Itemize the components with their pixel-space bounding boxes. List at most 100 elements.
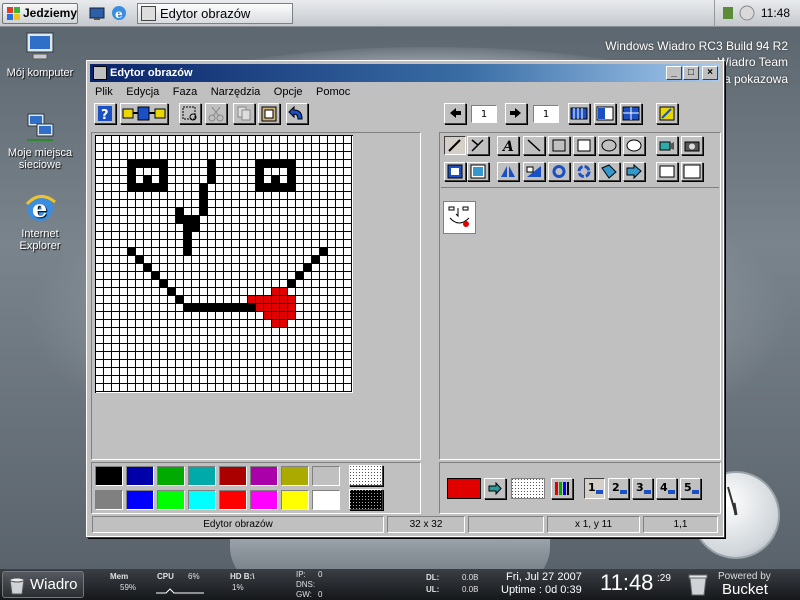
apply-color-button[interactable]	[484, 478, 506, 499]
canvas-pixel[interactable]	[216, 280, 224, 288]
canvas-pixel[interactable]	[216, 224, 224, 232]
canvas-pixel[interactable]	[176, 248, 184, 256]
canvas-pixel[interactable]	[344, 304, 352, 312]
menu-opcje[interactable]: Opcje	[269, 83, 308, 101]
canvas-pixel[interactable]	[232, 344, 240, 352]
canvas-pixel[interactable]	[264, 208, 272, 216]
canvas-pixel[interactable]	[240, 152, 248, 160]
canvas-pixel[interactable]	[312, 152, 320, 160]
canvas-pixel[interactable]	[184, 232, 192, 240]
canvas-pixel[interactable]	[128, 368, 136, 376]
canvas-pixel[interactable]	[336, 160, 344, 168]
canvas-pixel[interactable]	[112, 248, 120, 256]
canvas-pixel[interactable]	[160, 232, 168, 240]
canvas-pixel[interactable]	[288, 344, 296, 352]
canvas-pixel[interactable]	[224, 272, 232, 280]
canvas-pixel[interactable]	[152, 136, 160, 144]
canvas-pixel[interactable]	[344, 256, 352, 264]
canvas-pixel[interactable]	[248, 144, 256, 152]
canvas-pixel[interactable]	[128, 136, 136, 144]
canvas-pixel[interactable]	[200, 144, 208, 152]
canvas-pixel[interactable]	[168, 216, 176, 224]
canvas-pixel[interactable]	[344, 264, 352, 272]
canvas-pixel[interactable]	[200, 352, 208, 360]
canvas-pixel[interactable]	[336, 136, 344, 144]
canvas-pixel[interactable]	[256, 376, 264, 384]
canvas-pixel[interactable]	[320, 168, 328, 176]
canvas-pixel[interactable]	[208, 320, 216, 328]
canvas-pixel[interactable]	[272, 264, 280, 272]
canvas-pixel[interactable]	[288, 320, 296, 328]
canvas-pixel[interactable]	[152, 384, 160, 392]
canvas-pixel[interactable]	[136, 168, 144, 176]
canvas-pixel[interactable]	[224, 240, 232, 248]
canvas-pixel[interactable]	[128, 184, 136, 192]
canvas-pixel[interactable]	[168, 328, 176, 336]
canvas-pixel[interactable]	[312, 320, 320, 328]
canvas-pixel[interactable]	[312, 304, 320, 312]
canvas-pixel[interactable]	[112, 144, 120, 152]
canvas-pixel[interactable]	[336, 328, 344, 336]
canvas-pixel[interactable]	[152, 232, 160, 240]
canvas-pixel[interactable]	[104, 216, 112, 224]
canvas-pixel[interactable]	[208, 272, 216, 280]
canvas-pixel[interactable]	[256, 176, 264, 184]
canvas-pixel[interactable]	[96, 168, 104, 176]
canvas-pixel[interactable]	[312, 312, 320, 320]
canvas-pixel[interactable]	[192, 264, 200, 272]
canvas-pixel[interactable]	[104, 360, 112, 368]
canvas-pixel[interactable]	[256, 216, 264, 224]
canvas-pixel[interactable]	[160, 272, 168, 280]
canvas-pixel[interactable]	[136, 240, 144, 248]
canvas-pixel[interactable]	[240, 272, 248, 280]
canvas-pixel[interactable]	[280, 136, 288, 144]
canvas-pixel[interactable]	[128, 160, 136, 168]
canvas-pixel[interactable]	[336, 176, 344, 184]
palette-swatch[interactable]	[95, 466, 123, 486]
canvas-pixel[interactable]	[144, 144, 152, 152]
canvas-pixel[interactable]	[240, 168, 248, 176]
color-bars-button[interactable]	[551, 478, 573, 499]
canvas-pixel[interactable]	[152, 208, 160, 216]
canvas-pixel[interactable]	[344, 224, 352, 232]
canvas-pixel[interactable]	[216, 144, 224, 152]
canvas-pixel[interactable]	[320, 360, 328, 368]
canvas-pixel[interactable]	[168, 320, 176, 328]
canvas-pixel[interactable]	[224, 336, 232, 344]
canvas-pixel[interactable]	[208, 240, 216, 248]
canvas-pixel[interactable]	[304, 184, 312, 192]
canvas-pixel[interactable]	[248, 224, 256, 232]
canvas-pixel[interactable]	[208, 256, 216, 264]
canvas-pixel[interactable]	[320, 280, 328, 288]
canvas-pixel[interactable]	[200, 152, 208, 160]
pixel-canvas[interactable]	[95, 135, 353, 393]
canvas-pixel[interactable]	[200, 336, 208, 344]
canvas-pixel[interactable]	[224, 288, 232, 296]
canvas-pixel[interactable]	[216, 160, 224, 168]
copy-button[interactable]	[233, 103, 255, 124]
canvas-pixel[interactable]	[328, 344, 336, 352]
canvas-pixel[interactable]	[120, 312, 128, 320]
canvas-pixel[interactable]	[96, 376, 104, 384]
canvas-pixel[interactable]	[176, 344, 184, 352]
canvas-pixel[interactable]	[136, 288, 144, 296]
canvas-pixel[interactable]	[192, 240, 200, 248]
canvas-pixel[interactable]	[328, 352, 336, 360]
canvas-pixel[interactable]	[168, 272, 176, 280]
canvas-pixel[interactable]	[296, 352, 304, 360]
canvas-pixel[interactable]	[168, 376, 176, 384]
tray-volume-icon[interactable]	[739, 5, 755, 21]
canvas-pixel[interactable]	[136, 200, 144, 208]
canvas-pixel[interactable]	[304, 264, 312, 272]
canvas-pixel[interactable]	[136, 384, 144, 392]
canvas-pixel[interactable]	[288, 368, 296, 376]
canvas-pixel[interactable]	[216, 296, 224, 304]
canvas-pixel[interactable]	[336, 288, 344, 296]
canvas-pixel[interactable]	[344, 152, 352, 160]
canvas-pixel[interactable]	[240, 344, 248, 352]
canvas-pixel[interactable]	[232, 224, 240, 232]
canvas-pixel[interactable]	[320, 384, 328, 392]
canvas-pixel[interactable]	[320, 264, 328, 272]
canvas-pixel[interactable]	[152, 312, 160, 320]
canvas-pixel[interactable]	[312, 224, 320, 232]
